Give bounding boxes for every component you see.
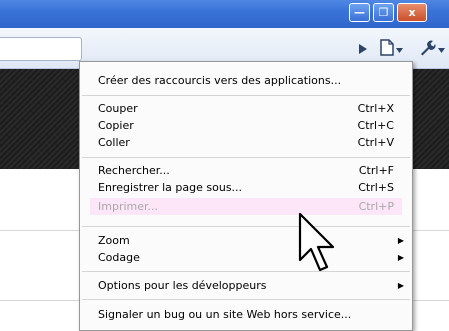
menu-item-label: Options pour les développeurs (98, 279, 267, 292)
menu-separator (82, 95, 410, 96)
address-bar[interactable] (0, 37, 82, 61)
menu-item-label: Signaler un bug ou un site Web hors serv… (98, 308, 352, 321)
menu-separator (82, 299, 410, 300)
menu-item-shortcut: Ctrl+S (358, 181, 394, 194)
play-icon[interactable] (356, 40, 370, 58)
menu-item-label: Codage (98, 251, 140, 264)
menu-item-label: Couper (98, 102, 138, 115)
maximize-icon: ❐ (378, 6, 389, 19)
menu-item-label: Zoom (98, 234, 130, 247)
tools-menu-button[interactable] (414, 40, 448, 58)
window-titlebar: — ❐ x (0, 0, 449, 28)
minimize-button[interactable]: — (349, 3, 370, 22)
menu-item-developer-options[interactable]: Options pour les développeurs ▶ (90, 278, 404, 294)
menu-item-shortcut: Ctrl+F (358, 164, 394, 177)
page-icon (379, 39, 394, 59)
menu-item-paste[interactable]: Coller Ctrl+V (90, 135, 402, 151)
page-context-menu: Créer des raccourcis vers des applicatio… (79, 61, 413, 331)
menu-item-encoding[interactable]: Codage ▶ (90, 250, 404, 266)
menu-item-cut[interactable]: Couper Ctrl+X (90, 101, 402, 117)
menu-item-shortcut: Ctrl+C (357, 119, 394, 132)
maximize-button[interactable]: ❐ (373, 3, 394, 22)
mouse-cursor-icon (298, 212, 335, 272)
menu-item-shortcut: Ctrl+X (357, 102, 394, 115)
menu-item-label: Enregistrer la page sous... (98, 181, 243, 194)
menu-separator (82, 271, 410, 272)
minimize-icon: — (354, 6, 365, 19)
menu-item-find[interactable]: Rechercher... Ctrl+F (90, 163, 402, 179)
menu-separator (82, 157, 410, 158)
page-menu-button[interactable] (375, 39, 407, 59)
close-button[interactable]: x (397, 3, 427, 22)
menu-item-label: Créer des raccourcis vers des applicatio… (98, 74, 342, 87)
menu-item-label: Rechercher... (98, 164, 170, 177)
submenu-arrow-icon: ▶ (397, 253, 404, 262)
close-icon: x (408, 6, 416, 19)
wrench-icon (418, 39, 436, 59)
menu-item-print[interactable]: Imprimer... Ctrl+P (90, 198, 402, 215)
chevron-down-icon (395, 43, 403, 56)
submenu-arrow-icon: ▶ (397, 236, 404, 245)
submenu-arrow-icon: ▶ (397, 281, 404, 290)
menu-item-create-shortcuts[interactable]: Créer des raccourcis vers des applicatio… (90, 73, 402, 89)
menu-item-report-bug[interactable]: Signaler un bug ou un site Web hors serv… (90, 307, 402, 323)
menu-item-copy[interactable]: Copier Ctrl+C (90, 118, 402, 134)
menu-item-label: Coller (98, 136, 130, 149)
menu-item-label: Copier (98, 119, 134, 132)
chevron-down-icon (437, 43, 445, 56)
menu-item-label: Imprimer... (98, 200, 159, 213)
menu-item-shortcut: Ctrl+P (358, 200, 394, 213)
menu-item-zoom[interactable]: Zoom ▶ (90, 233, 404, 249)
menu-item-save-page-as[interactable]: Enregistrer la page sous... Ctrl+S (90, 180, 402, 196)
menu-separator (82, 226, 410, 227)
menu-item-shortcut: Ctrl+V (357, 136, 394, 149)
